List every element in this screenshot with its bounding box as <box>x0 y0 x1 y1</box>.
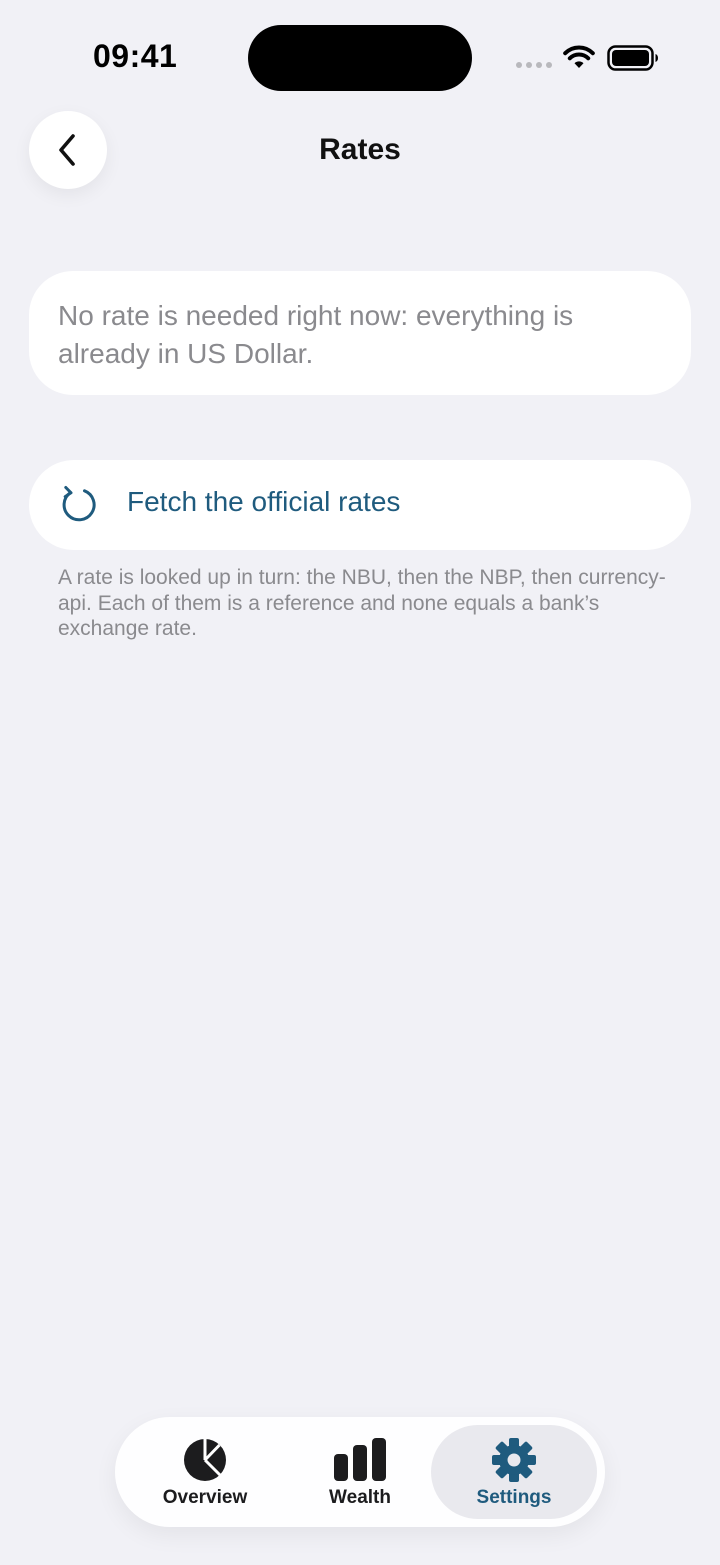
fetch-rates-label: Fetch the official rates <box>127 486 401 517</box>
rates-footnote: A rate is looked up in turn: the NBU, th… <box>58 566 666 640</box>
wifi-icon <box>563 45 595 68</box>
tab-overview[interactable]: Overview <box>145 1417 265 1527</box>
bar-chart-icon <box>334 1438 386 1481</box>
tab-wealth[interactable]: Wealth <box>300 1417 420 1527</box>
tab-label: Settings <box>476 1487 552 1508</box>
tab-label: Wealth <box>329 1487 391 1508</box>
status-time: 09:41 <box>93 38 178 74</box>
tab-label: Overview <box>162 1487 248 1508</box>
info-card: No rate is needed right now: everything … <box>29 271 691 395</box>
tab-bar: Overview Wealth Settings <box>115 1417 605 1527</box>
pie-chart-icon <box>184 1439 226 1481</box>
page-title: Rates <box>319 133 401 166</box>
dynamic-island <box>248 25 472 91</box>
cellular-signal-icon <box>516 62 552 68</box>
refresh-icon <box>62 486 96 522</box>
info-message: No rate is needed right now: everything … <box>58 300 574 369</box>
tab-settings[interactable]: Settings <box>431 1425 597 1519</box>
battery-icon <box>607 45 658 71</box>
fetch-rates-button[interactable]: Fetch the official rates <box>29 460 691 550</box>
gear-icon <box>492 1438 536 1482</box>
